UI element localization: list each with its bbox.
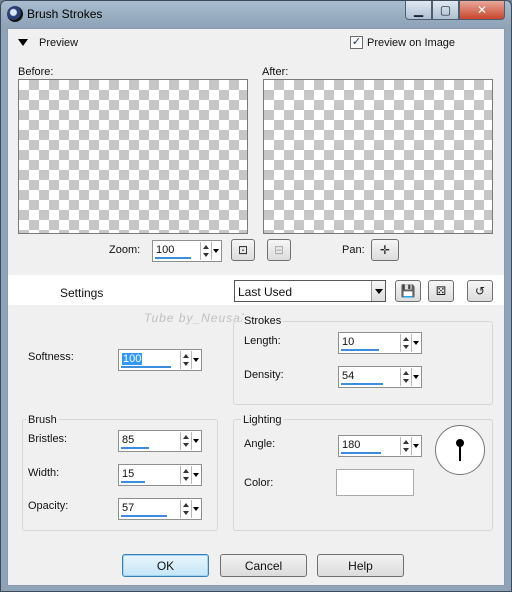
width-dropdown-icon[interactable]	[191, 466, 200, 484]
zoom-spin-arrows-icon[interactable]	[200, 242, 210, 260]
density-label: Density:	[244, 369, 284, 381]
width-slider-bar[interactable]	[121, 481, 145, 483]
opacity-value[interactable]: 57	[122, 502, 134, 514]
softness-field[interactable]: 100	[118, 349, 202, 371]
save-preset-button[interactable]: 💾	[395, 280, 421, 302]
density-value[interactable]: 54	[342, 370, 354, 382]
before-preview[interactable]	[18, 79, 248, 234]
pan-move-icon: ✛	[379, 243, 391, 257]
settings-label: Settings	[60, 286, 104, 300]
opacity-label: Opacity:	[28, 500, 69, 512]
zoom-actual-icon: ⊟	[273, 243, 285, 257]
help-button[interactable]: Help	[317, 554, 404, 577]
length-dropdown-icon[interactable]	[411, 334, 420, 352]
strokes-group-label: Strokes	[242, 315, 284, 327]
zoom-actual-button[interactable]: ⊟	[267, 239, 291, 261]
angle-spin-arrows-icon[interactable]	[400, 437, 410, 455]
angle-value[interactable]: 180	[342, 439, 360, 451]
reset-icon: ↺	[474, 284, 486, 298]
angle-dial[interactable]	[435, 425, 485, 475]
softness-spin-arrows-icon[interactable]	[180, 351, 190, 369]
pan-label: Pan:	[342, 244, 365, 256]
softness-value[interactable]: 100	[122, 353, 143, 365]
width-value[interactable]: 15	[122, 468, 134, 480]
angle-dropdown-icon[interactable]	[411, 437, 420, 455]
softness-slider-bar[interactable]	[121, 366, 171, 368]
density-dropdown-icon[interactable]	[411, 368, 420, 386]
zoom-label: Zoom:	[109, 244, 141, 256]
lighting-color-swatch[interactable]	[336, 469, 414, 496]
ok-button[interactable]: OK	[122, 554, 209, 577]
zoom-value[interactable]: 100	[156, 244, 174, 256]
preview-on-image-label[interactable]: Preview on Image	[367, 37, 455, 49]
length-slider-bar[interactable]	[341, 349, 379, 351]
dialog-window: Brush Strokes ▁ ▢ ✕ Preview ✓ Preview on…	[0, 0, 512, 592]
before-label: Before:	[18, 66, 54, 78]
length-spin-arrows-icon[interactable]	[400, 334, 410, 352]
length-value[interactable]: 10	[342, 336, 354, 348]
opacity-spin-arrows-icon[interactable]	[180, 500, 190, 518]
preset-combo[interactable]: Last Used	[234, 280, 386, 302]
length-field[interactable]: 10	[338, 332, 422, 354]
brush-group-label: Brush	[26, 414, 59, 426]
randomize-button[interactable]: ⚄	[428, 280, 454, 302]
close-button[interactable]: ✕	[459, 1, 505, 20]
softness-dropdown-icon[interactable]	[191, 351, 200, 369]
length-label: Length:	[244, 335, 281, 347]
zoom-field[interactable]: 100	[152, 240, 222, 262]
bristles-value[interactable]: 85	[122, 434, 134, 446]
opacity-dropdown-icon[interactable]	[191, 500, 200, 518]
dialog-body: Preview ✓ Preview on Image Before: After…	[7, 28, 505, 586]
randomize-dice-icon: ⚄	[435, 284, 447, 298]
zoom-dropdown-icon[interactable]	[211, 242, 220, 260]
angle-slider-bar[interactable]	[341, 452, 381, 454]
bristles-spin-arrows-icon[interactable]	[180, 432, 190, 450]
density-slider-bar[interactable]	[341, 383, 383, 385]
save-preset-icon: 💾	[400, 284, 416, 298]
width-spin-arrows-icon[interactable]	[180, 466, 190, 484]
angle-field[interactable]: 180	[338, 435, 422, 457]
bristles-dropdown-icon[interactable]	[191, 432, 200, 450]
title-bar[interactable]: Brush Strokes ▁ ▢ ✕	[1, 1, 511, 27]
preset-value[interactable]: Last Used	[238, 285, 292, 299]
opacity-slider-bar[interactable]	[121, 515, 167, 517]
width-label: Width:	[28, 467, 60, 479]
density-field[interactable]: 54	[338, 366, 422, 388]
after-label: After:	[262, 66, 289, 78]
softness-label: Softness:	[28, 351, 74, 363]
angle-dial-needle	[459, 443, 461, 461]
minimize-button[interactable]: ▁	[405, 1, 432, 20]
preset-dropdown-icon[interactable]	[371, 281, 385, 301]
color-label: Color:	[244, 477, 274, 489]
zoom-fit-button[interactable]: ⊡	[231, 239, 255, 261]
bristles-field[interactable]: 85	[118, 430, 202, 452]
density-spin-arrows-icon[interactable]	[400, 368, 410, 386]
angle-label: Angle:	[244, 438, 276, 450]
zoom-slider-bar[interactable]	[155, 257, 191, 259]
pan-button[interactable]: ✛	[371, 239, 399, 261]
opacity-field[interactable]: 57	[118, 498, 202, 520]
window-title: Brush Strokes	[27, 7, 103, 21]
zoom-fit-icon: ⊡	[237, 243, 249, 257]
app-icon	[7, 6, 23, 22]
bristles-label: Bristles:	[28, 433, 68, 445]
cancel-button[interactable]: Cancel	[220, 554, 307, 577]
preview-header[interactable]: Preview	[39, 37, 78, 49]
collapse-preview-icon[interactable]	[18, 39, 28, 46]
maximize-button[interactable]: ▢	[432, 1, 459, 20]
reset-button[interactable]: ↺	[467, 280, 493, 302]
width-field[interactable]: 15	[118, 464, 202, 486]
preview-on-image-checkbox[interactable]: ✓	[350, 36, 363, 49]
bristles-slider-bar[interactable]	[121, 447, 149, 449]
lighting-group-label: Lighting	[241, 414, 284, 426]
after-preview[interactable]	[263, 79, 493, 234]
